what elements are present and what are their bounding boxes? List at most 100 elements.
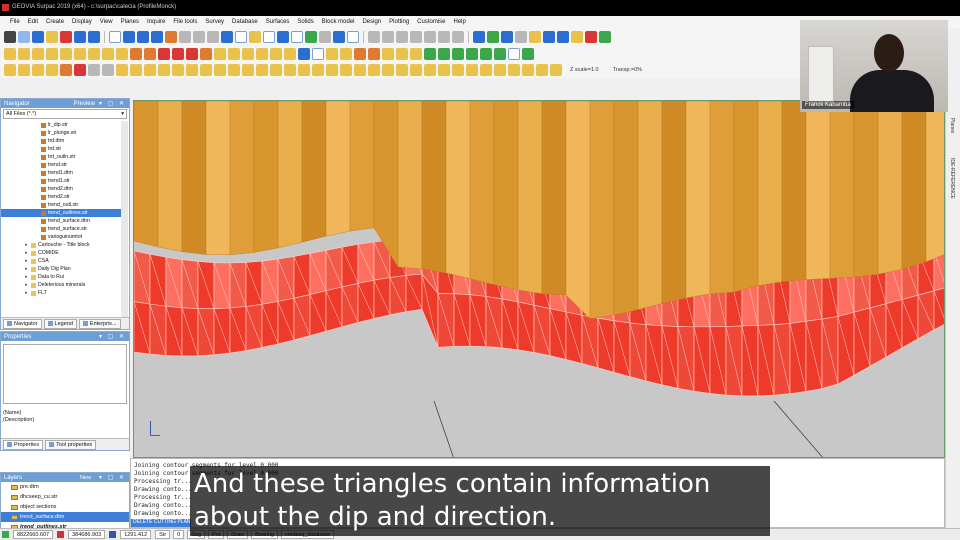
navigator-scrollbar[interactable] — [121, 121, 128, 317]
new-layer-button[interactable]: New — [80, 475, 91, 481]
panel-controls-icon[interactable]: ▾ ▢ ✕ — [99, 100, 126, 107]
expand-arrow-icon[interactable]: ▸ — [25, 274, 30, 280]
edit-segment-icon[interactable] — [18, 47, 30, 60]
status-field[interactable]: Str — [155, 530, 171, 539]
tree-item[interactable]: trd.dtm — [1, 137, 122, 145]
view-icon-5[interactable] — [172, 64, 184, 76]
magnify-icon[interactable] — [522, 47, 534, 60]
menu-survey[interactable]: Survey — [201, 19, 228, 25]
fill-icon[interactable] — [333, 30, 345, 43]
delete-string-icon[interactable] — [186, 47, 198, 60]
menu-edit[interactable]: Edit — [24, 19, 42, 25]
attribute-icon[interactable] — [312, 47, 324, 60]
cube-icon[interactable] — [557, 30, 569, 43]
menu-plotting[interactable]: Plotting — [385, 19, 413, 25]
split-segment-icon[interactable] — [116, 47, 128, 60]
view-icon-14[interactable] — [298, 64, 310, 76]
save-icon[interactable] — [32, 30, 44, 43]
open-folder-icon[interactable] — [46, 30, 58, 43]
step-back-icon[interactable] — [88, 64, 100, 76]
open-segment-icon[interactable] — [270, 47, 282, 60]
view-icon-32[interactable] — [550, 64, 562, 76]
tree-item[interactable]: trend.str — [1, 161, 122, 169]
menu-solids[interactable]: Solids — [293, 19, 317, 25]
snap-grid-icon[interactable] — [32, 64, 44, 76]
string-tool-icon[interactable] — [368, 30, 380, 43]
layer-green-3-icon[interactable] — [452, 47, 464, 60]
edit-string-icon[interactable] — [4, 47, 16, 60]
distance-tool-icon[interactable] — [424, 30, 436, 43]
view-icon-10[interactable] — [242, 64, 254, 76]
tree-item[interactable]: ▸ Cartouche - Title block — [1, 241, 122, 249]
tree-item[interactable]: trend1.str — [1, 177, 122, 185]
menu-file[interactable]: File — [6, 19, 24, 25]
view-icon-20[interactable] — [382, 64, 394, 76]
tree-item[interactable]: ▸ FLT — [1, 289, 122, 297]
view-icon-28[interactable] — [494, 64, 506, 76]
expand-arrow-icon[interactable]: ▸ — [25, 250, 30, 256]
view-icon-19[interactable] — [368, 64, 380, 76]
tree-item[interactable]: ▸ CSA — [1, 257, 122, 265]
close-file-icon[interactable] — [60, 30, 72, 43]
rotate-icon[interactable] — [305, 30, 317, 43]
tree-item[interactable]: trend2.str — [1, 193, 122, 201]
tree-item[interactable]: trd.str — [1, 145, 122, 153]
view-icon-27[interactable] — [480, 64, 492, 76]
fill-segment-icon[interactable] — [326, 47, 338, 60]
tree-item[interactable]: trend_outl.str — [1, 201, 122, 209]
tree-item[interactable]: trend_surface.str — [1, 225, 122, 233]
axis-z-icon[interactable] — [193, 30, 205, 43]
properties-tab[interactable]: Tool properties — [45, 439, 97, 450]
view-icon-17[interactable] — [340, 64, 352, 76]
view-section-icon[interactable] — [137, 30, 149, 43]
layer-green-5-icon[interactable] — [480, 47, 492, 60]
outline-icon[interactable] — [354, 47, 366, 60]
menu-customise[interactable]: Customise — [413, 19, 449, 25]
tree-item[interactable]: varioguinumtot — [1, 233, 122, 241]
menu-create[interactable]: Create — [42, 19, 68, 25]
edit-point-icon[interactable] — [32, 47, 44, 60]
menu-block-model[interactable]: Block model — [318, 19, 359, 25]
bearing-tool-icon[interactable] — [410, 30, 422, 43]
navigator-tab[interactable]: Legend — [43, 318, 77, 329]
zoom-box-icon[interactable] — [263, 30, 275, 43]
undo-icon[interactable] — [74, 30, 86, 43]
view-icon-11[interactable] — [256, 64, 268, 76]
snap-line-icon[interactable] — [46, 64, 58, 76]
menu-view[interactable]: View — [96, 19, 117, 25]
ruler-icon[interactable] — [319, 30, 331, 43]
cut-plane-icon[interactable] — [60, 64, 72, 76]
record-icon[interactable] — [585, 30, 597, 43]
properties-grid[interactable] — [3, 344, 127, 404]
expand-arrow-icon[interactable]: ▸ — [25, 242, 30, 248]
layer-green-6-icon[interactable] — [494, 47, 506, 60]
menu-surfaces[interactable]: Surfaces — [262, 19, 294, 25]
view-icon-31[interactable] — [536, 64, 548, 76]
menu-inquire[interactable]: Inquire — [143, 19, 169, 25]
view-icon-15[interactable] — [312, 64, 324, 76]
axis-x-icon[interactable] — [207, 30, 219, 43]
hexagon-icon[interactable] — [543, 30, 555, 43]
view-icon-13[interactable] — [284, 64, 296, 76]
offset-icon[interactable] — [228, 47, 240, 60]
step-forward-icon[interactable] — [102, 64, 114, 76]
navigator-tab[interactable]: Enterpris... — [78, 318, 121, 329]
grid-icon[interactable] — [109, 30, 121, 43]
status-field[interactable]: 0 — [173, 530, 185, 539]
view-icon-24[interactable] — [438, 64, 450, 76]
layer-item[interactable]: trend_surface.dtm — [1, 512, 129, 522]
transparency-readout[interactable]: Transp.=0% — [613, 67, 643, 73]
contour-icon[interactable] — [396, 47, 408, 60]
tree-item[interactable]: ▸ COMIDE — [1, 249, 122, 257]
layer-green-2-icon[interactable] — [438, 47, 450, 60]
reverse-segment-icon[interactable] — [144, 47, 156, 60]
axis-icon[interactable] — [179, 30, 191, 43]
clear-plane-icon[interactable] — [74, 64, 86, 76]
sun-icon[interactable] — [529, 30, 541, 43]
ide-reference-tab[interactable]: IDE-REFERENCE — [949, 158, 955, 199]
renumber-icon[interactable] — [284, 47, 296, 60]
properties-icon[interactable] — [298, 47, 310, 60]
menu-planes[interactable]: Planes — [117, 19, 143, 25]
view-icon-21[interactable] — [396, 64, 408, 76]
zoom-all-icon[interactable] — [291, 30, 303, 43]
